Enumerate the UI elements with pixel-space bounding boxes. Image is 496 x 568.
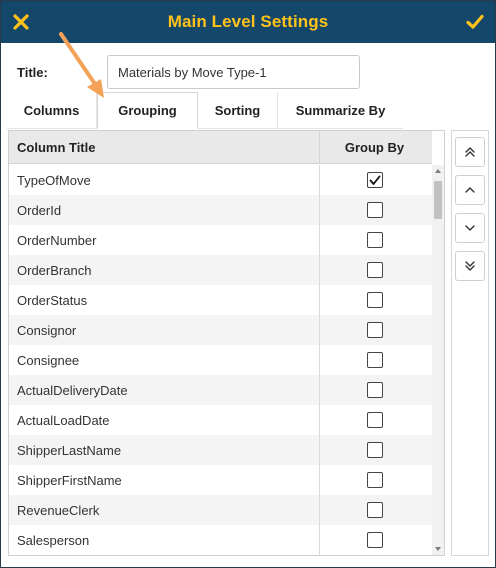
column-title-cell: RevenueClerk	[9, 495, 320, 525]
checkmark-icon	[369, 175, 380, 185]
settings-tabs: Columns Grouping Sorting Summarize By	[7, 92, 403, 129]
tab-summarize-by[interactable]: Summarize By	[278, 92, 403, 129]
group-by-checkbox[interactable]	[366, 352, 383, 368]
group-by-checkbox[interactable]	[366, 172, 383, 188]
chevron-down-icon	[465, 225, 475, 231]
title-input[interactable]	[107, 55, 360, 89]
group-by-checkbox[interactable]	[366, 322, 383, 338]
table-row[interactable]: ShipperFirstName	[9, 465, 432, 495]
tab-grouping[interactable]: Grouping	[97, 92, 198, 129]
scrollbar-thumb[interactable]	[434, 181, 442, 219]
table-row[interactable]: Consignee	[9, 345, 432, 375]
move-to-bottom-button[interactable]	[455, 251, 485, 281]
table-row[interactable]: ActualLoadDate	[9, 405, 432, 435]
double-chevron-down-icon	[465, 261, 475, 271]
main-level-settings-dialog: Main Level Settings Title: Columns Group…	[0, 0, 496, 568]
table-row[interactable]: OrderId	[9, 195, 432, 225]
confirm-button[interactable]	[462, 9, 488, 35]
table-row[interactable]: Salesperson	[9, 525, 432, 555]
scroll-up-arrow-icon[interactable]	[435, 169, 441, 173]
table-row[interactable]: ShipperLastName	[9, 435, 432, 465]
column-title-cell: TypeOfMove	[9, 165, 320, 195]
group-by-cell	[320, 465, 429, 495]
close-button[interactable]	[8, 9, 34, 35]
group-by-cell	[320, 195, 429, 225]
column-title-cell: ShipperFirstName	[9, 465, 320, 495]
tab-columns[interactable]: Columns	[7, 92, 97, 129]
group-by-cell	[320, 255, 429, 285]
grouping-grid: Column Title Group By TypeOfMove OrderId O…	[8, 130, 445, 556]
table-row[interactable]: RevenueClerk	[9, 495, 432, 525]
dialog-title: Main Level Settings	[167, 12, 329, 31]
table-row[interactable]: OrderNumber	[9, 225, 432, 255]
group-by-checkbox[interactable]	[366, 202, 383, 218]
table-row[interactable]: TypeOfMove	[9, 165, 432, 195]
group-by-checkbox[interactable]	[366, 412, 383, 428]
group-by-cell	[320, 435, 429, 465]
column-title-cell: Consignee	[9, 345, 320, 375]
dialog-titlebar: Main Level Settings	[1, 1, 495, 43]
grid-header: Column Title Group By	[9, 131, 432, 164]
title-label: Title:	[17, 64, 48, 80]
group-by-checkbox[interactable]	[366, 532, 383, 548]
table-row[interactable]: ActualDeliveryDate	[9, 375, 432, 405]
group-by-checkbox[interactable]	[366, 232, 383, 248]
column-title-cell: Consignor	[9, 315, 320, 345]
close-icon	[13, 14, 29, 30]
group-by-checkbox[interactable]	[366, 382, 383, 398]
table-row[interactable]: OrderStatus	[9, 285, 432, 315]
column-title-cell: OrderBranch	[9, 255, 320, 285]
group-by-cell	[320, 225, 429, 255]
chevron-up-icon	[465, 187, 475, 193]
table-row[interactable]: Consignor	[9, 315, 432, 345]
grid-scrollbar[interactable]	[432, 165, 444, 555]
group-by-cell	[320, 315, 429, 345]
grid-rows: TypeOfMove OrderId OrderNumber OrderBranch O…	[9, 165, 432, 555]
group-by-header[interactable]: Group By	[320, 131, 429, 164]
group-by-cell	[320, 405, 429, 435]
double-chevron-up-icon	[465, 147, 475, 157]
column-title-cell: Salesperson	[9, 525, 320, 555]
group-by-cell	[320, 285, 429, 315]
scroll-down-arrow-icon[interactable]	[435, 547, 441, 551]
table-row[interactable]: OrderBranch	[9, 255, 432, 285]
reorder-panel	[451, 130, 489, 556]
group-by-cell	[320, 495, 429, 525]
column-title-cell: OrderNumber	[9, 225, 320, 255]
column-title-cell: OrderStatus	[9, 285, 320, 315]
move-to-top-button[interactable]	[455, 137, 485, 167]
group-by-checkbox[interactable]	[366, 292, 383, 308]
group-by-cell	[320, 345, 429, 375]
group-by-cell	[320, 525, 429, 555]
column-title-header[interactable]: Column Title	[9, 131, 320, 164]
group-by-cell	[320, 375, 429, 405]
group-by-checkbox[interactable]	[366, 472, 383, 488]
tab-sorting[interactable]: Sorting	[198, 92, 278, 129]
group-by-checkbox[interactable]	[366, 262, 383, 278]
checkmark-icon	[466, 14, 484, 29]
move-down-button[interactable]	[455, 213, 485, 243]
title-row: Title:	[17, 55, 360, 89]
column-title-cell: OrderId	[9, 195, 320, 225]
column-title-cell: ActualLoadDate	[9, 405, 320, 435]
group-by-checkbox[interactable]	[366, 442, 383, 458]
column-title-cell: ActualDeliveryDate	[9, 375, 320, 405]
move-up-button[interactable]	[455, 175, 485, 205]
column-title-cell: ShipperLastName	[9, 435, 320, 465]
group-by-checkbox[interactable]	[366, 502, 383, 518]
group-by-cell	[320, 165, 429, 195]
